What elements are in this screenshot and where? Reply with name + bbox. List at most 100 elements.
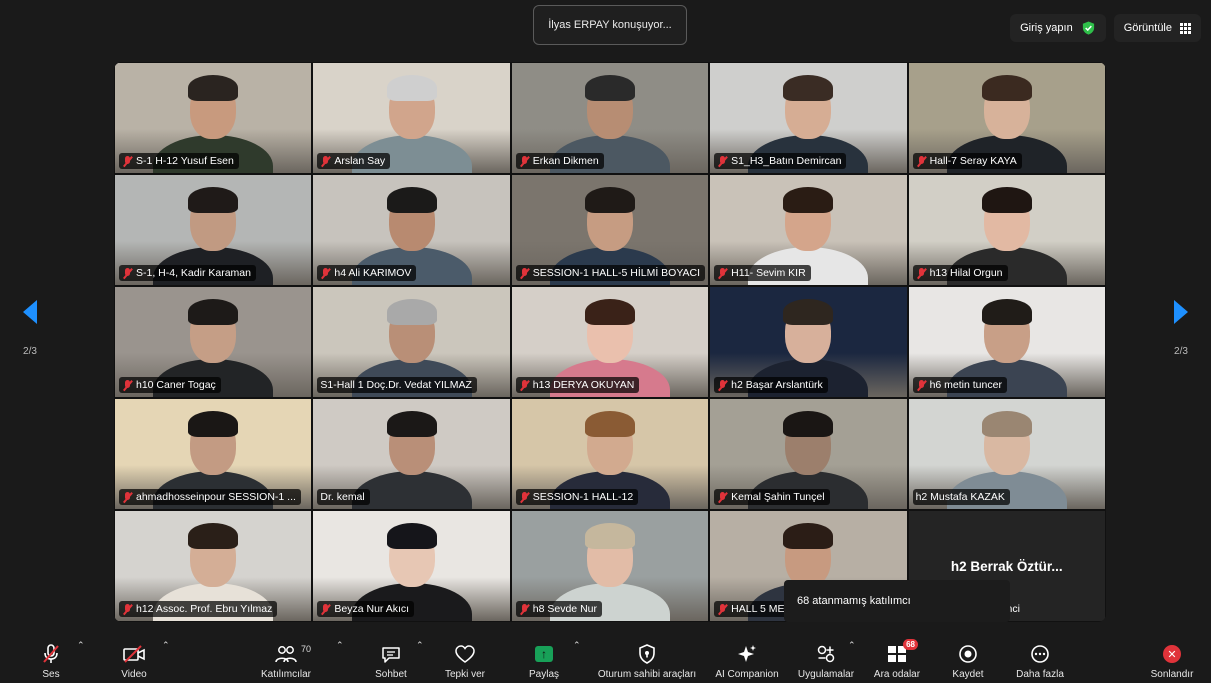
participant-name-tag: Arslan Say [317, 153, 391, 169]
view-label: Görüntüle [1123, 22, 1172, 34]
participant-tile[interactable]: h10 Caner Togaç [114, 286, 313, 398]
participant-tile[interactable]: S1_H3_Batın Demircan [709, 62, 908, 174]
arrow-left-icon[interactable] [23, 300, 37, 324]
grid-view-icon [1180, 22, 1191, 34]
participant-hair [188, 187, 239, 213]
record-button[interactable]: Kaydet [950, 634, 986, 680]
participant-name-tag: h8 Sevde Nur [515, 601, 602, 617]
participant-tile[interactable]: ahmadhosseinpour SESSION-1 ... [114, 398, 313, 510]
video-button[interactable]: Video [118, 634, 150, 680]
participant-tile[interactable]: Arslan Say [312, 62, 511, 174]
video-options-caret-icon[interactable]: ⌃ [162, 640, 170, 651]
participant-name: h8 Sevde Nur [532, 603, 597, 615]
participant-name-tag: S-1 H-12 Yusuf Esen [119, 153, 239, 169]
participant-name-tag: h13 DERYA OKUYAN [515, 377, 640, 393]
participant-hair [188, 411, 239, 437]
shield-check-icon[interactable] [1081, 20, 1096, 36]
video-label: Video [121, 669, 147, 680]
ai-companion-label: AI Companion [715, 669, 779, 680]
muted-mic-icon [122, 155, 133, 167]
participant-name: Arslan Say [334, 155, 386, 167]
breakout-rooms-label: Ara odalar [873, 669, 921, 680]
previous-page-nav[interactable]: 2/3 [0, 300, 60, 390]
breakout-rooms-button[interactable]: 68 Ara odalar [871, 634, 923, 680]
breakout-rooms-icon: 68 [886, 639, 918, 665]
end-meeting-button[interactable]: ✕ Sonlandır [1147, 634, 1197, 680]
participants-button[interactable]: 70 Katılımcılar [254, 634, 318, 680]
active-speaker-banner: İlyas ERPAY konuşuyor... [533, 5, 687, 45]
participant-tile[interactable]: Dr. kemal [312, 398, 511, 510]
participant-name-tag: ahmadhosseinpour SESSION-1 ... [119, 489, 301, 505]
participant-tile[interactable]: h12 Assoc. Prof. Ebru Yılmaz [114, 510, 313, 622]
participant-tile[interactable]: Beyza Nur Akıcı [312, 510, 511, 622]
participant-tile[interactable]: h2 Başar Arslantürk [709, 286, 908, 398]
participant-tile[interactable]: SESSION-1 HALL-5 HİLMİ BOYACI [510, 174, 710, 286]
muted-mic-icon [519, 155, 530, 167]
participant-hair [783, 299, 834, 325]
participant-name: h2 Mustafa KAZAK [915, 491, 1005, 503]
arrow-right-icon[interactable] [1174, 300, 1188, 324]
participant-tile[interactable]: Erkan Dikmen [510, 62, 710, 174]
participant-tile[interactable]: Kemal Şahin Tunçel [709, 398, 908, 510]
participant-tile[interactable]: H11- Sevim KIR [709, 174, 908, 286]
participant-name: h6 metin tuncer [929, 379, 1002, 391]
muted-mic-icon [916, 155, 927, 167]
participant-tile[interactable]: h13 DERYA OKUYAN [510, 286, 710, 398]
participant-tile[interactable]: h2 Mustafa KAZAK [907, 398, 1106, 510]
participant-tile[interactable]: S1-Hall 1 Doç.Dr. Vedat YILMAZ [312, 286, 511, 398]
apps-options-caret-icon[interactable]: ⌃ [848, 640, 856, 651]
participant-name: Hall-7 Seray KAYA [929, 155, 1017, 167]
participant-tile[interactable]: Hall-7 Seray KAYA [907, 62, 1106, 174]
participant-hair [386, 187, 437, 213]
top-right-controls: Giriş yapın Görüntüle [1010, 14, 1201, 42]
heart-icon [454, 643, 476, 665]
participant-name: S-1 H-12 Yusuf Esen [136, 155, 234, 167]
next-page-nav[interactable]: 2/3 [1151, 300, 1211, 390]
participant-name: h10 Caner Togaç [136, 379, 216, 391]
participants-options-caret-icon[interactable]: ⌃ [336, 640, 344, 651]
muted-mic-icon [519, 603, 530, 615]
share-label: Paylaş [528, 669, 559, 680]
participant-name: h4 Ali KARIMOV [334, 267, 412, 279]
share-screen-icon: ↑ [535, 646, 553, 662]
share-button[interactable]: ↑ Paylaş [526, 634, 562, 680]
participant-tile[interactable]: S-1 H-12 Yusuf Esen [114, 62, 313, 174]
participant-tile[interactable]: h6 metin tuncer [907, 286, 1106, 398]
participant-name-tag: h12 Assoc. Prof. Ebru Yılmaz [119, 601, 278, 617]
participant-name-tag: Erkan Dikmen [515, 153, 604, 169]
more-button[interactable]: Daha fazla [1014, 634, 1066, 680]
participant-tile[interactable]: SESSION-1 HALL-12 [510, 398, 710, 510]
participants-count: 70 [301, 644, 312, 654]
host-tools-button[interactable]: Oturum sahibi araçları [593, 634, 701, 680]
participant-name-tag: h4 Ali KARIMOV [317, 265, 417, 281]
participants-icon: 70 [275, 643, 311, 665]
muted-mic-icon [519, 491, 530, 503]
participant-name: h2 Başar Arslantürk [731, 379, 823, 391]
participant-tile[interactable]: h8 Sevde Nur [510, 510, 710, 622]
chat-options-caret-icon[interactable]: ⌃ [416, 640, 424, 651]
host-tools-label: Oturum sahibi araçları [597, 669, 697, 680]
participant-name: Kemal Şahin Tunçel [731, 491, 825, 503]
video-gallery: S-1 H-12 Yusuf Esen Arslan Say Erkan Dikme… [114, 62, 1106, 622]
audio-options-caret-icon[interactable]: ⌃ [77, 640, 85, 651]
muted-mic-icon [519, 379, 530, 391]
participant-hair [981, 411, 1032, 437]
participant-name-tag: Kemal Şahin Tunçel [714, 489, 830, 505]
sparkle-icon [736, 643, 758, 665]
muted-mic-icon [916, 379, 927, 391]
ai-companion-button[interactable]: AI Companion [712, 634, 782, 680]
chat-button[interactable]: Sohbet [370, 634, 412, 680]
sign-in-button[interactable]: Giriş yapın [1010, 14, 1106, 42]
participants-label: Katılımcılar [260, 669, 311, 680]
react-button[interactable]: Tepki ver [442, 634, 488, 680]
view-button[interactable]: Görüntüle [1113, 14, 1201, 42]
participant-tile[interactable]: S-1, H-4, Kadir Karaman [114, 174, 313, 286]
muted-mic-icon [122, 491, 133, 503]
more-label: Daha fazla [1016, 669, 1064, 680]
participant-tile[interactable]: h4 Ali KARIMOV [312, 174, 511, 286]
audio-button[interactable]: Ses [36, 634, 66, 680]
apps-label: Uygulamalar [797, 669, 855, 680]
participant-hair [783, 187, 834, 213]
participant-tile[interactable]: h13 Hilal Orgun [907, 174, 1106, 286]
share-options-caret-icon[interactable]: ⌃ [573, 640, 581, 651]
